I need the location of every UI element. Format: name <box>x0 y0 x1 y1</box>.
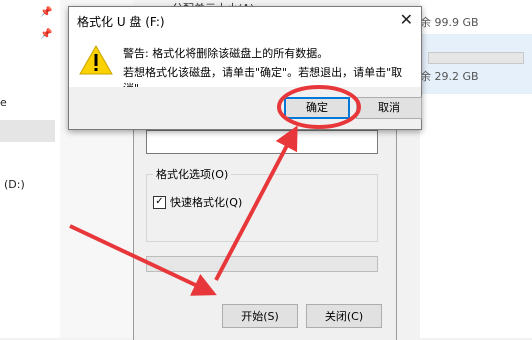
drive-item-selected[interactable]: 余 29.2 GB <box>420 34 532 94</box>
drive-free-space: 余 99.9 GB <box>420 16 479 29</box>
warning-message-line1: 警告: 格式化将删除该磁盘上的所有数据。 <box>123 47 329 60</box>
quick-format-checkbox[interactable]: ✓ <box>153 195 166 209</box>
close-icon[interactable]: ✕ <box>400 10 413 29</box>
volume-label-input[interactable] <box>146 130 378 154</box>
drive-usage-bar <box>428 52 524 64</box>
dialog-title: 格式化 U 盘 (F:) <box>77 15 165 29</box>
format-options-label: 格式化选项(O) <box>153 166 232 182</box>
cancel-button[interactable]: 取消 <box>356 97 422 119</box>
navigation-pane: 📌 📌 e (D:) <box>0 0 60 338</box>
dialog-footer: 确定 取消 <box>69 87 422 129</box>
nav-item-selected[interactable] <box>0 120 55 142</box>
start-button[interactable]: 开始(S) <box>222 304 298 328</box>
warning-dialog: 格式化 U 盘 (F:) ✕ 警告: 格式化将删除该磁盘上的所有数据。 若想格式… <box>68 6 422 130</box>
pin-icon[interactable]: 📌 <box>40 8 52 18</box>
warning-icon <box>79 45 113 75</box>
format-dialog: 格式化选项(O) ✓ 快速格式化(Q) 开始(S) 关闭(C) <box>133 108 397 340</box>
ok-button[interactable]: 确定 <box>284 97 350 119</box>
drive-free-space: 余 29.2 GB <box>420 70 479 83</box>
nav-item-label[interactable]: e <box>0 96 7 109</box>
quick-format-option[interactable]: ✓ 快速格式化(Q) <box>153 194 242 210</box>
drive-list: 余 99.9 GB 余 29.2 GB <box>420 0 532 338</box>
format-options-group: 格式化选项(O) ✓ 快速格式化(Q) <box>146 166 378 242</box>
quick-format-label: 快速格式化(Q) <box>170 196 243 209</box>
close-button[interactable]: 关闭(C) <box>306 304 382 328</box>
nav-item-drive-d[interactable]: (D:) <box>4 178 25 191</box>
format-progress-bar <box>146 256 378 272</box>
pin-icon[interactable]: 📌 <box>40 30 52 40</box>
